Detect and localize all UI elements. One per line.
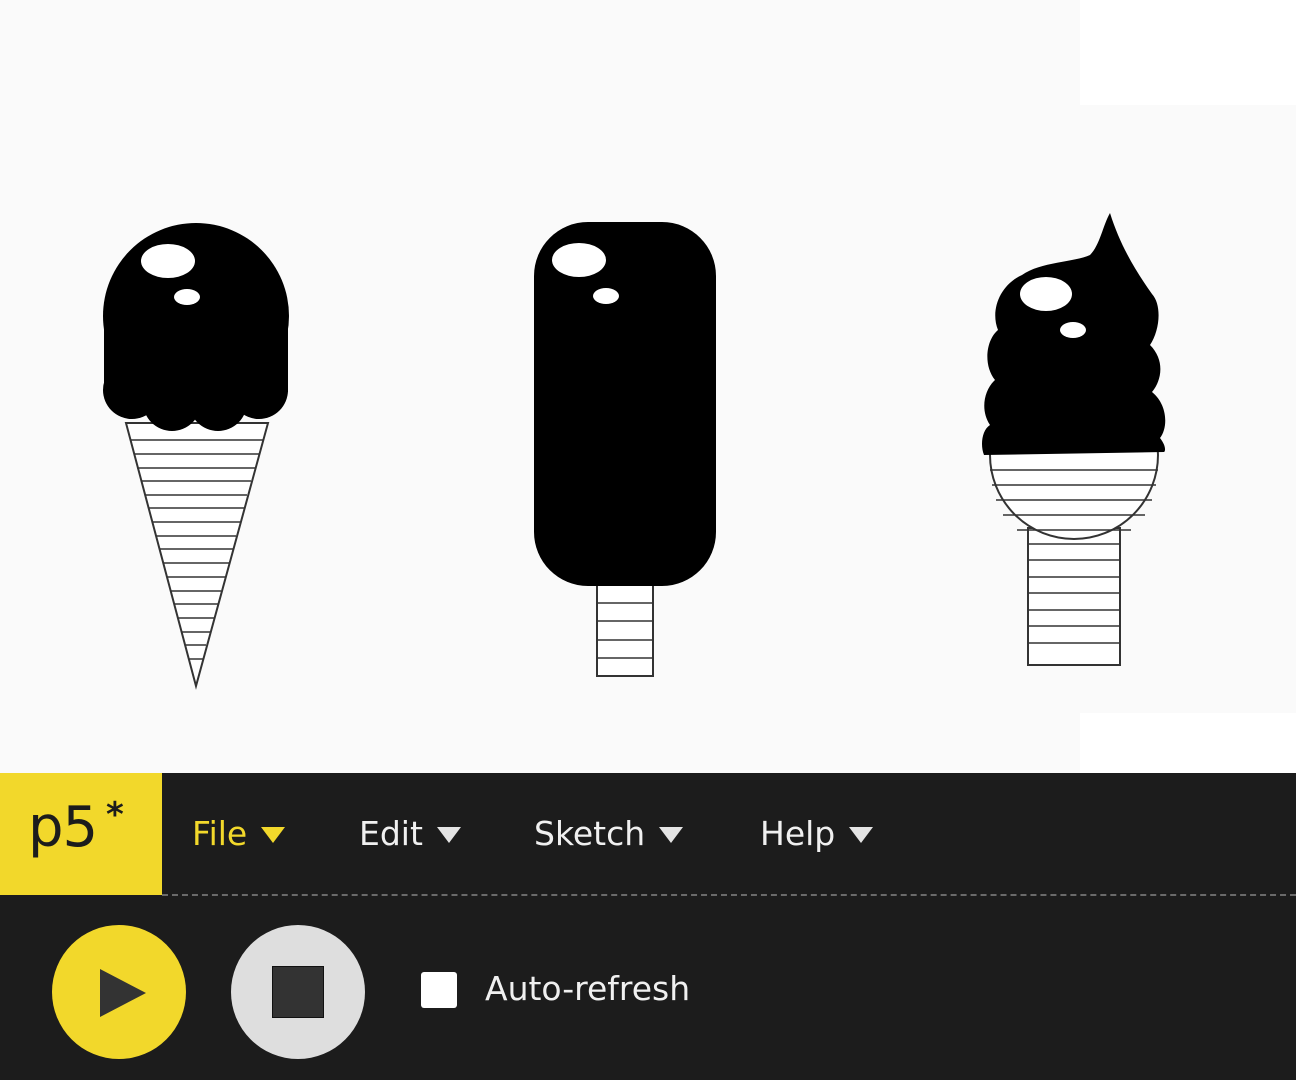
- menu-edit-label: Edit: [359, 813, 423, 853]
- sketch-canvas: [0, 0, 1296, 773]
- menu-sketch-label: Sketch: [534, 813, 646, 853]
- chevron-down-icon: [849, 827, 874, 843]
- chevron-down-icon: [261, 827, 286, 843]
- menu-help[interactable]: Help: [760, 811, 874, 855]
- play-icon: [100, 969, 146, 1017]
- p5-logo[interactable]: p5 *: [0, 773, 162, 895]
- play-button[interactable]: [52, 925, 186, 1059]
- chevron-down-icon: [436, 827, 461, 843]
- chevron-down-icon: [659, 827, 684, 843]
- menu-file-label: File: [192, 813, 248, 853]
- auto-refresh-checkbox[interactable]: [421, 972, 457, 1008]
- menu-bar: File Edit Sketch Help: [162, 773, 1296, 895]
- logo-text: p5: [28, 795, 98, 860]
- stop-button[interactable]: [231, 925, 365, 1059]
- editor-toolbar: p5 * File Edit Sketch Help Auto-refresh: [0, 773, 1296, 1080]
- menu-help-label: Help: [760, 813, 836, 853]
- toolbar-divider: [162, 894, 1296, 896]
- auto-refresh-label[interactable]: Auto-refresh: [485, 969, 690, 1008]
- logo-asterisk: *: [106, 795, 124, 835]
- menu-file[interactable]: File: [192, 811, 286, 855]
- menu-sketch[interactable]: Sketch: [534, 811, 684, 855]
- menu-edit[interactable]: Edit: [359, 811, 461, 855]
- stop-icon: [272, 966, 324, 1018]
